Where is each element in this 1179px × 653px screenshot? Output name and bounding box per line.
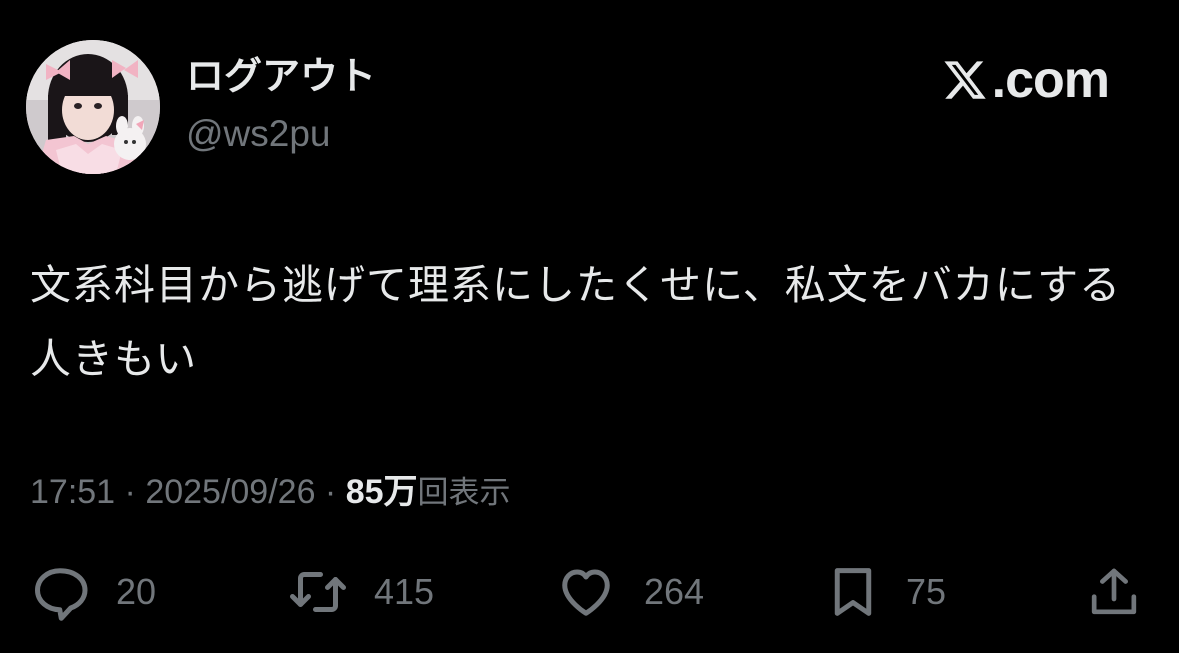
avatar[interactable] — [26, 40, 160, 174]
reply-count: 20 — [116, 571, 157, 612]
tweet-card: ログアウト @ws2pu .com 文系科目から逃げて理系にしたくせに、私文をバ… — [0, 0, 1179, 653]
action-bar: 20 415 264 75 — [0, 562, 1179, 622]
meta-separator: · — [115, 473, 146, 511]
views-label: 回表示 — [417, 475, 511, 511]
meta-separator: · — [315, 473, 346, 511]
tweet-date[interactable]: 2025/09/26 — [145, 473, 315, 511]
tweet-text: 文系科目から逃げて理系にしたくせに、私文をバカにする人きもい — [30, 261, 1122, 383]
like-count: 264 — [644, 571, 705, 612]
reply-icon — [35, 568, 88, 621]
brand-domain-text: .com — [991, 51, 1110, 109]
brand-logo: .com — [942, 51, 1110, 109]
tweet-time[interactable]: 17:51 — [30, 473, 115, 511]
reply-button[interactable]: 20 — [30, 562, 156, 622]
user-handle[interactable]: @ws2pu — [186, 112, 331, 156]
avatar-image — [26, 40, 160, 174]
bookmark-icon — [834, 568, 872, 616]
like-button[interactable]: 264 — [554, 562, 704, 622]
views-count[interactable]: 85万 — [346, 473, 418, 511]
retweet-icon — [290, 572, 346, 612]
bookmark-button[interactable]: 75 — [826, 562, 946, 622]
share-icon — [1091, 568, 1137, 615]
x-logo-icon — [944, 61, 986, 99]
share-button[interactable] — [1086, 562, 1142, 622]
bookmark-count: 75 — [906, 571, 947, 612]
tweet-meta: 17:51 · 2025/09/26 · 85万回表示 — [30, 470, 511, 515]
display-name[interactable]: ログアウト — [186, 54, 376, 98]
retweet-button[interactable]: 415 — [288, 562, 434, 622]
retweet-count: 415 — [374, 571, 435, 612]
heart-icon — [562, 569, 610, 616]
